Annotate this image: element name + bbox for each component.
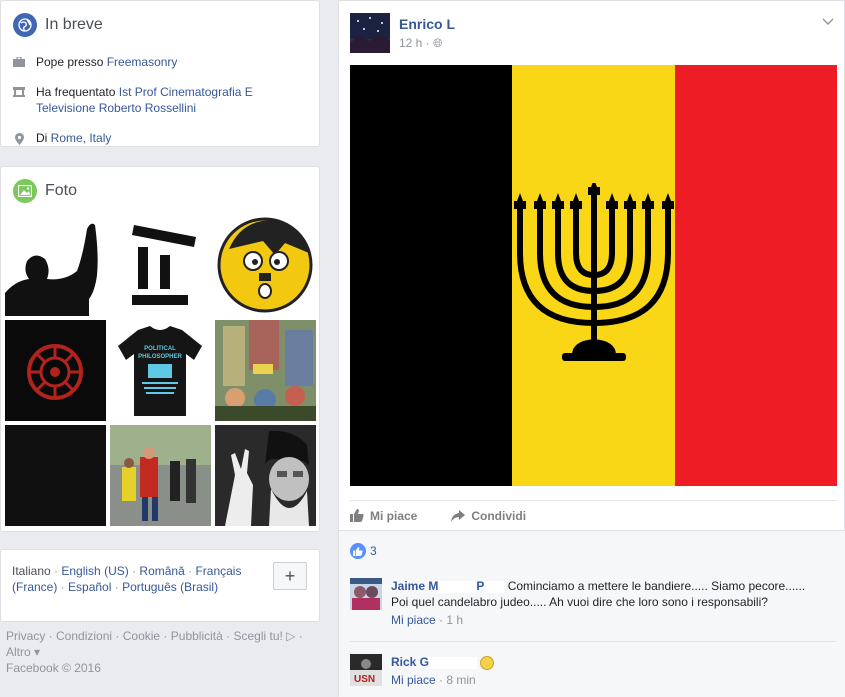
post-actions-bar: Mi piace Condividi [350, 500, 837, 530]
intro-header: In breve [1, 1, 319, 45]
intro-row-work: Pope presso Freemasonry [1, 51, 319, 74]
photo-dark[interactable] [5, 425, 106, 526]
intro-title: In breve [45, 16, 103, 33]
caret-down-icon: ▾ [30, 645, 41, 659]
intro-education-prefix: Ha frequentato [36, 85, 119, 99]
photos-title: Foto [45, 182, 78, 199]
intro-work-prefix: Pope presso [36, 55, 107, 69]
photo-salute-silhouette[interactable] [5, 215, 106, 316]
photos-card: Foto POLITICAL PHILOSOPHER [0, 166, 320, 532]
comment-time[interactable]: 8 min [446, 673, 475, 687]
footer-terms[interactable]: Condizioni [56, 629, 112, 643]
briefcase-icon [13, 54, 25, 70]
like-reaction-icon [350, 543, 366, 559]
comment-avatar[interactable] [350, 578, 382, 610]
language-english[interactable]: English (US) [61, 564, 128, 578]
share-arrow-icon [451, 509, 466, 522]
language-portugues[interactable]: Português (Brasil) [122, 580, 218, 594]
comment-time[interactable]: 1 h [446, 613, 463, 627]
intro-row-education: Ha frequentato Ist Prof Cinematografia E… [1, 81, 319, 120]
comments-section: 3 Jaime MP Cominciamo a mettere le bandi… [339, 530, 845, 697]
add-language-button[interactable]: + [273, 562, 307, 590]
globe-privacy-icon: 🌐︎ [433, 36, 443, 50]
share-button[interactable]: Condividi [451, 509, 526, 523]
comment-author[interactable]: Jaime MP [391, 579, 505, 593]
graduation-cap-icon [13, 84, 25, 116]
photos-header: Foto [1, 167, 319, 211]
language-list: Italiano · English (US) · Română · Franç… [12, 564, 242, 594]
share-label: Condividi [471, 508, 527, 523]
author-avatar[interactable] [350, 13, 390, 53]
grin-emoji-icon [480, 655, 495, 670]
photo-red-symbol[interactable] [5, 320, 106, 421]
menorah-symbol [514, 183, 674, 361]
svg-text:POLITICAL: POLITICAL [144, 346, 176, 352]
like-label: Mi piace [370, 508, 418, 523]
photo-street-crowd[interactable] [110, 425, 211, 526]
intro-card: In breve Pope presso Freemasonry Ha freq… [0, 0, 320, 147]
adchoices-icon: ▷ [282, 629, 296, 643]
intro-location-prefix: Di [36, 131, 51, 145]
globe-icon [13, 13, 37, 37]
post-image-flag[interactable] [350, 65, 837, 486]
svg-text:USN: USN [354, 674, 375, 685]
footer-more[interactable]: Altro [6, 645, 31, 659]
footer-privacy[interactable]: Privacy [6, 629, 45, 643]
flag-band-red [674, 65, 837, 486]
intro-row-location: Di Rome, Italy [1, 127, 319, 150]
comment-divider [350, 641, 836, 642]
post-card: Enrico L 12 h · 🌐︎ Mi piace Condividi 3 … [338, 0, 845, 697]
languages-card: Italiano · English (US) · Română · Franç… [0, 549, 320, 622]
comment-avatar[interactable]: USN [350, 654, 382, 686]
footer-copyright: Facebook © 2016 [6, 661, 101, 675]
photo-bearded-man[interactable] [215, 425, 316, 526]
comment-like-link[interactable]: Mi piace [391, 613, 436, 627]
language-romana[interactable]: Română [139, 564, 184, 578]
svg-text:PHILOSOPHER: PHILOSOPHER [138, 354, 182, 360]
photo-icon [13, 179, 37, 203]
thumbs-up-icon [350, 509, 364, 522]
language-espanol[interactable]: Español [68, 580, 111, 594]
photo-comic-crowd[interactable] [215, 320, 316, 421]
page-footer: Privacy · Condizioni · Cookie · Pubblici… [6, 628, 316, 676]
intro-location-link[interactable]: Rome, Italy [51, 131, 112, 145]
photo-grid: POLITICAL PHILOSOPHER [5, 215, 316, 526]
intro-work-link[interactable]: Freemasonry [107, 55, 178, 69]
comment-like-link[interactable]: Mi piace [391, 673, 436, 687]
post-options-chevron-icon[interactable] [822, 15, 834, 29]
comment-author[interactable]: Rick G [391, 655, 478, 669]
flag-band-black [350, 65, 513, 486]
footer-adchoices[interactable]: Scegli tu! [233, 629, 282, 643]
language-italiano[interactable]: Italiano [12, 564, 51, 578]
location-pin-icon [13, 130, 25, 146]
photo-tshirt[interactable]: POLITICAL PHILOSOPHER [110, 320, 211, 421]
post-author[interactable]: Enrico L [399, 16, 455, 32]
like-button[interactable]: Mi piace [350, 509, 417, 523]
reaction-count: 3 [370, 544, 377, 558]
photo-mustache-face[interactable] [110, 215, 211, 316]
footer-cookie[interactable]: Cookie [123, 629, 160, 643]
footer-ads[interactable]: Pubblicità [171, 629, 223, 643]
post-timestamp[interactable]: 12 h · [399, 36, 430, 50]
photo-yellow-smiley[interactable] [215, 215, 316, 316]
reactions-summary[interactable]: 3 [350, 543, 377, 559]
